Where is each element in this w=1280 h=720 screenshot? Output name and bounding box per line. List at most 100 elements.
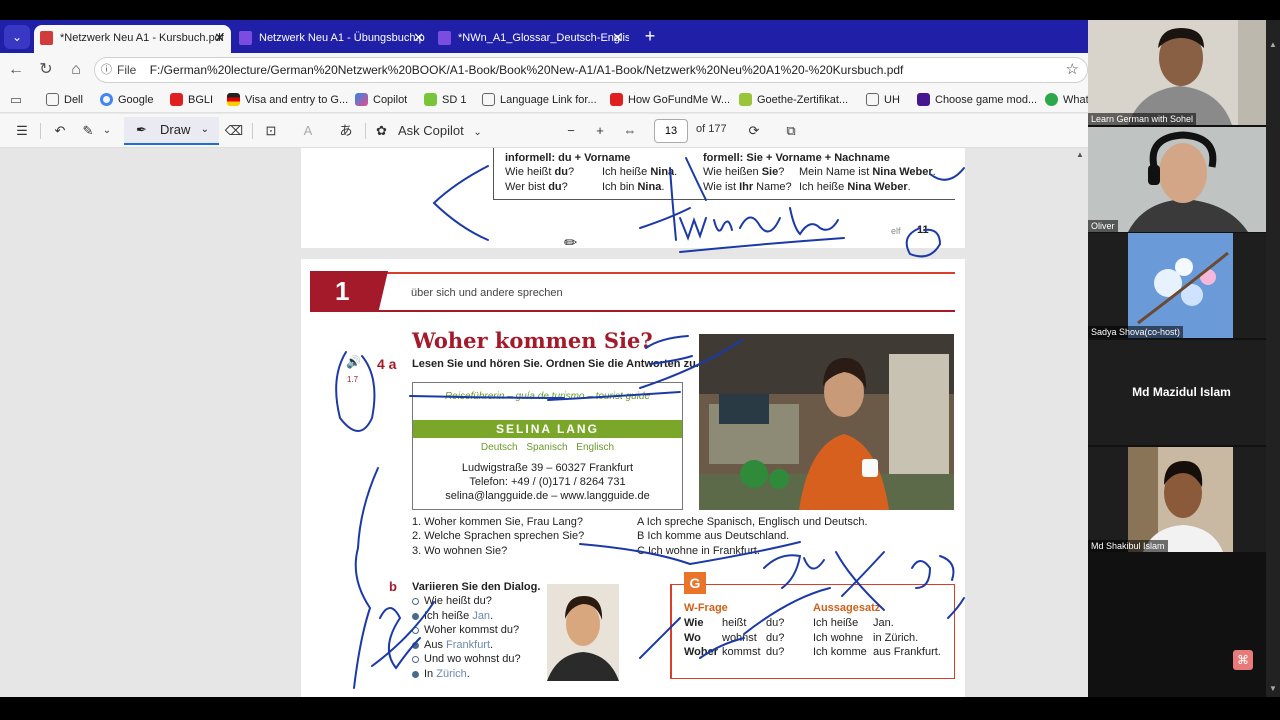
folder-icon: [46, 93, 59, 106]
card-languages: Deutsch Spanisch Englisch: [480, 442, 615, 453]
grammar-cell: Jan.: [873, 617, 894, 629]
tab-actions-menu-button[interactable]: ⌄: [4, 25, 30, 49]
chevron-down-icon[interactable]: ⌄: [100, 121, 114, 141]
pdf-icon: [438, 31, 451, 45]
grammar-cell: Wie: [684, 617, 704, 629]
collections-icon[interactable]: ▭: [6, 90, 26, 110]
contents-list-icon[interactable]: ☰: [12, 121, 32, 141]
page-view-icon[interactable]: ⧉: [781, 121, 801, 141]
flag-icon: [227, 93, 240, 106]
dialog-line: In Zürich.: [412, 668, 470, 680]
bookmark-visa[interactable]: Visa and entry to G...: [227, 92, 348, 108]
scroll-up-arrow-icon[interactable]: ▲: [1076, 150, 1084, 159]
toolbar-divider: [252, 123, 253, 139]
answer-c: C Ich wohne in Frankfurt.: [637, 545, 760, 557]
pdf-page-12: 1 über sich und andere sprechen Woher ko…: [301, 259, 965, 697]
text-box-icon[interactable]: ⊡: [261, 121, 281, 141]
chapter-rule-bottom: [310, 310, 955, 312]
grammar-head-wfrage: W-Frage: [684, 602, 728, 614]
browser-window: ⌄ *Netzwerk Neu A1 - Kursbuch.pdf ✕ Netz…: [0, 20, 1088, 697]
grammar-cell: heißt: [722, 617, 747, 629]
zoom-out-icon[interactable]: −: [561, 121, 581, 141]
row1-a1: Ich heiße Nina.: [602, 166, 678, 178]
undo-icon[interactable]: ↶: [50, 121, 70, 141]
dialog-line: Ich heiße Jan.: [412, 610, 493, 622]
bookmark-google[interactable]: Google: [100, 92, 153, 108]
bookmark-gofundme[interactable]: How GoFundMe W...: [610, 92, 730, 108]
answer-b: B Ich komme aus Deutschland.: [637, 530, 790, 542]
chapter-badge: 1: [310, 271, 388, 311]
participant-name-center: Md Mazidul Islam: [1132, 385, 1231, 399]
fit-page-icon[interactable]: ⇔: [620, 121, 640, 141]
grammar-cell: wohnst: [722, 632, 757, 644]
tab-uebungsbuch[interactable]: Netzwerk Neu A1 - Übungsbuch.p ✕: [233, 25, 430, 53]
dialog-line: Und wo wohnst du?: [412, 653, 521, 665]
tab-label: *NWn_A1_Glossar_Deutsch-Englis: [458, 32, 629, 44]
chevron-down-icon: ⌄: [200, 124, 209, 135]
bullet-filled: [412, 671, 419, 678]
question-3: 3. Wo wohnen Sie?: [412, 545, 508, 557]
draw-button[interactable]: ✒ Draw ⌄: [124, 117, 219, 145]
participant-tile[interactable]: Md Shakibul Islam: [1088, 447, 1275, 552]
eraser-icon[interactable]: ⌫: [224, 121, 244, 141]
bookmark-whatsapp[interactable]: What: [1045, 92, 1088, 108]
pdf-viewport[interactable]: informell: du + Vorname formell: Sie + V…: [0, 148, 1088, 697]
participant-tile[interactable]: Oliver: [1088, 127, 1275, 232]
participant-avatar: [1088, 233, 1275, 338]
new-tab-button[interactable]: +: [640, 25, 660, 49]
scroll-up-arrow-icon[interactable]: ▲: [1269, 40, 1277, 49]
close-tab-icon[interactable]: ✕: [214, 25, 225, 51]
card-address: Ludwigstraße 39 – 60327 Frankfurt: [461, 462, 634, 474]
zoom-in-icon[interactable]: +: [590, 121, 610, 141]
rotate-icon[interactable]: ⟳: [744, 121, 764, 141]
acrobat-icon[interactable]: ⌘: [1233, 650, 1253, 670]
info-icon[interactable]: ⓘ: [101, 58, 112, 82]
whatsapp-icon: [1045, 93, 1058, 106]
tab-kursbuch[interactable]: *Netzwerk Neu A1 - Kursbuch.pdf ✕: [34, 25, 231, 53]
page-number-input[interactable]: 13: [654, 119, 688, 143]
folder-icon: [866, 93, 879, 106]
bookmark-uh[interactable]: UH: [866, 92, 900, 108]
grammar-cell: Ich wohne: [813, 632, 864, 644]
highlight-icon[interactable]: ✎: [78, 121, 98, 141]
bookmark-kahoot[interactable]: Choose game mod...: [917, 92, 1037, 108]
grammar-cell: Ich komme: [813, 646, 867, 658]
copilot-icon: ✿: [376, 123, 387, 138]
bullet-filled: [412, 613, 419, 620]
chapter-rule-top: [381, 272, 955, 274]
photo-woman-cafe: [699, 334, 954, 510]
bookmark-bgli[interactable]: BGLI: [170, 92, 213, 108]
sd-icon: [424, 93, 437, 106]
toolbar-divider: [365, 123, 366, 139]
home-icon[interactable]: ⌂: [66, 60, 86, 80]
translate-icon[interactable]: あ: [336, 121, 356, 141]
refresh-icon[interactable]: ↻: [36, 60, 56, 80]
exercise-number: 4 a: [377, 356, 397, 372]
audio-speaker-icon[interactable]: 🔊: [346, 355, 361, 369]
bookmark-language-link[interactable]: Language Link for...: [482, 92, 597, 108]
scroll-down-arrow-icon[interactable]: ▼: [1269, 684, 1277, 693]
close-tab-icon[interactable]: ✕: [612, 25, 623, 51]
address-bar[interactable]: ⓘ File F:/German%20lecture/German%20Netz…: [94, 57, 1088, 83]
grammar-cell: in Zürich.: [873, 632, 919, 644]
bookmark-dell[interactable]: Dell: [46, 92, 83, 108]
bookmark-copilot[interactable]: Copilot: [355, 92, 407, 108]
participant-tile[interactable]: Sadya Shova(co-host): [1088, 233, 1275, 338]
participants-scrollbar[interactable]: ▲ ▼: [1266, 20, 1280, 697]
participant-tile[interactable]: Learn German with Sohel: [1088, 20, 1275, 125]
bookmark-sd1[interactable]: SD 1: [424, 92, 466, 108]
google-icon: [100, 93, 113, 106]
tab-strip: ⌄ *Netzwerk Neu A1 - Kursbuch.pdf ✕ Netz…: [0, 20, 1088, 53]
pdf-icon: [40, 31, 53, 45]
participant-tile[interactable]: Md Mazidul Islam: [1088, 340, 1275, 445]
tab-glossar[interactable]: *NWn_A1_Glossar_Deutsch-Englis ✕: [432, 25, 629, 53]
bookmark-goethe[interactable]: Goethe-Zertifikat...: [739, 92, 848, 108]
bullet-open: [412, 627, 419, 634]
favorite-star-icon[interactable]: ☆: [1066, 58, 1079, 82]
close-tab-icon[interactable]: ✕: [413, 25, 424, 51]
ask-copilot-button[interactable]: ✿ Ask Copilot ⌄: [376, 121, 486, 141]
header-formal: formell: Sie + Vorname + Nachname: [703, 152, 890, 164]
back-icon[interactable]: ←: [6, 60, 26, 80]
read-aloud-icon[interactable]: A: [298, 121, 318, 141]
lesson-title: Woher kommen Sie?: [412, 328, 653, 353]
